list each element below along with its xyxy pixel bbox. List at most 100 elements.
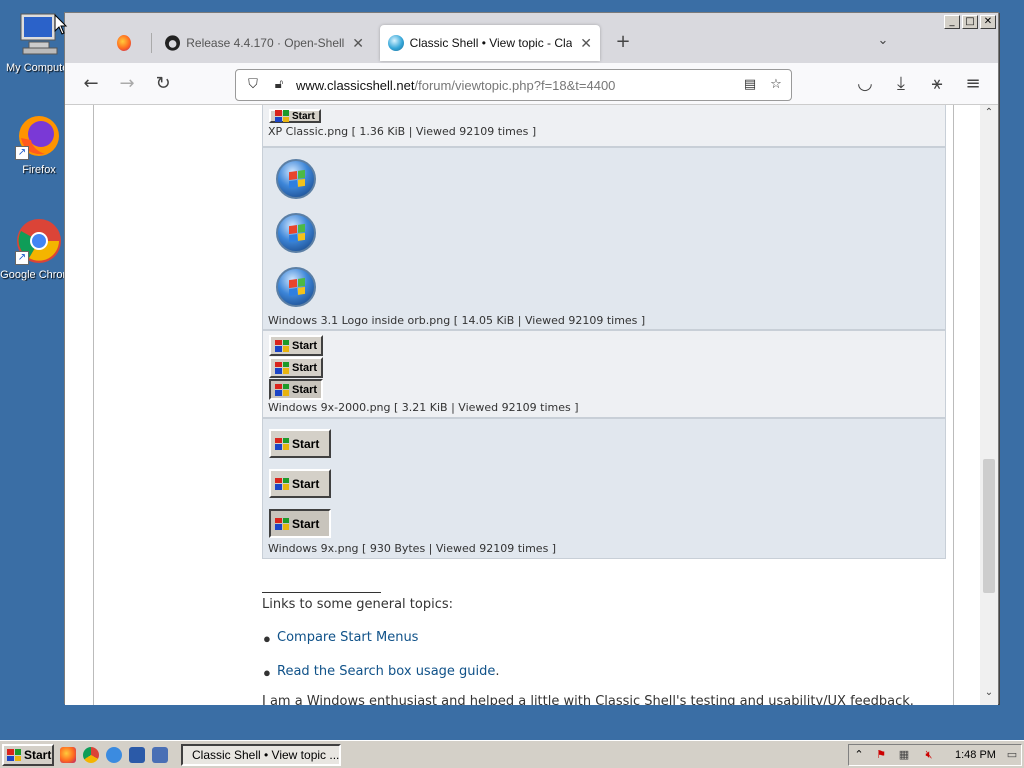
pocket-icon[interactable]: ◡ [853,73,877,97]
start-button[interactable]: Start [2,744,54,766]
list-tabs-icon[interactable]: ⌄ [871,30,895,54]
lock-insecure-icon[interactable]: 🔓︎ [270,76,288,94]
link-search-box-guide[interactable]: Read the Search box usage guide [277,664,495,679]
shield-icon[interactable]: ⛉ [244,76,262,94]
taskbar-item-firefox[interactable]: Classic Shell • View topic ... [181,744,341,766]
tab-bar: Release 4.4.170 · Open-Shell/Ope ✕ Class… [65,13,998,63]
start-button-image: Start [269,357,323,378]
tab-github-release[interactable]: Release 4.4.170 · Open-Shell/Ope ✕ [157,25,372,61]
tray-display-icon[interactable]: ▭ [1005,748,1019,762]
tray-volume-muted-icon[interactable]: 🔇︎ [922,748,936,762]
start-label: Start [292,383,318,396]
tray-security-icon[interactable]: ⚑ [874,748,888,762]
quicklaunch-desktop-icon[interactable] [129,747,145,763]
start-button-pressed-image: Start [269,509,331,538]
windows-flag-icon [275,437,289,450]
start-button-image: Start [269,335,323,356]
close-tab-icon[interactable]: ✕ [580,35,592,52]
url-text: www.classicshell.net/forum/viewtopic.php… [296,77,616,93]
column-divider [953,105,954,705]
firefox-icon: ↗ [15,112,63,160]
start-button-image: Start [269,469,331,498]
windows-flag-icon [275,517,289,530]
close-tab-icon[interactable]: ✕ [352,35,364,52]
scroll-down-icon[interactable]: ⌄ [980,687,998,703]
quicklaunch-search-icon[interactable] [60,747,76,763]
start-label: Start [292,339,318,352]
punctuation: . [495,664,500,679]
chrome-icon: ↗ [15,217,63,265]
window-controls: _ □ ✕ [944,15,996,29]
quicklaunch-chrome-icon[interactable] [83,747,99,763]
attachment-9x-2000: Start Start Start Windows 9x-2000.png [ … [262,330,946,418]
start-label: Start [292,110,315,122]
tab-classic-shell[interactable]: Classic Shell • View topic - Classic ✕ [380,25,600,61]
attachment-caption: Windows 9x-2000.png [ 3.21 KiB | Viewed … [268,401,579,414]
windows-flag-icon [7,749,21,761]
win31-orb-image [276,267,316,307]
menu-icon[interactable]: ≡ [961,73,985,97]
signature-divider [262,592,381,593]
windows-flag-icon [275,361,289,374]
taskbar-item-label: Classic Shell • View topic ... [192,748,340,762]
close-window-icon[interactable]: ✕ [980,15,996,29]
tab-label: Classic Shell • View topic - Classic [409,36,573,50]
nav-bar: ← → ↻ ⛉ 🔓︎ www.classicshell.net/forum/vi… [65,63,998,105]
search-guide-line: Read the Search box usage guide. [277,664,500,679]
shortcut-arrow-icon: ↗ [15,146,29,160]
browser-window: Release 4.4.170 · Open-Shell/Ope ✕ Class… [64,12,999,705]
shortcut-arrow-icon: ↗ [15,251,29,265]
scroll-thumb[interactable] [983,459,995,593]
win31-orb-image [276,213,316,253]
signature-text: I am a Windows enthusiast and helped a l… [262,694,914,705]
column-divider [93,105,94,705]
windows-logo-icon [289,169,305,189]
system-tray: ⌃ ⚑ ▦ 🔇︎ 1:48 PM ▭ [848,744,1022,766]
start-label: Start [292,476,320,491]
tab-separator [151,33,152,53]
bullet-icon: ● [263,631,271,646]
windows-flag-icon [275,477,289,490]
windows-flag-icon [275,339,289,352]
taskbar: Start Classic Shell • View topic ... ⌃ ⚑… [0,740,1024,768]
downloads-icon[interactable]: ⤓ [889,73,913,97]
attachment-win31-orbs: Windows 3.1 Logo inside orb.png [ 14.05 … [262,147,946,330]
tab-label: Release 4.4.170 · Open-Shell/Ope [186,36,345,50]
github-icon [165,35,181,51]
quicklaunch-explorer-icon[interactable] [152,747,168,763]
url-bar[interactable]: ⛉ 🔓︎ www.classicshell.net/forum/viewtopi… [235,69,792,101]
start-label: Start [292,516,320,531]
windows-logo-icon [289,223,305,243]
reader-view-icon[interactable]: ▤ [741,76,759,94]
link-compare-start-menus[interactable]: Compare Start Menus [277,630,418,645]
back-icon[interactable]: ← [79,73,103,97]
attachment-xp-classic: Start XP Classic.png [ 1.36 KiB | Viewed… [262,105,946,147]
maximize-icon[interactable]: □ [962,15,978,29]
attachment-caption: Windows 9x.png [ 930 Bytes | Viewed 9210… [268,542,557,555]
scroll-up-icon[interactable]: ⌃ [980,107,998,123]
new-tab-icon[interactable]: + [611,31,635,55]
page-content: Start XP Classic.png [ 1.36 KiB | Viewed… [65,105,980,705]
classicshell-favicon-icon [388,35,404,51]
bookmark-star-icon[interactable]: ☆ [767,76,785,94]
tray-network-icon[interactable]: ▦ [897,748,911,762]
reload-icon[interactable]: ↻ [151,73,175,97]
start-button-pressed-image: Start [269,379,323,400]
windows-flag-icon [275,110,289,122]
minimize-icon[interactable]: _ [944,15,960,29]
extensions-icon[interactable]: ⚹ [925,73,949,97]
tray-expand-icon[interactable]: ⌃ [852,748,866,762]
forward-icon[interactable]: → [115,73,139,97]
taskbar-clock[interactable]: 1:48 PM [955,749,996,761]
start-label: Start [292,361,318,374]
quicklaunch-ie-icon[interactable] [106,747,122,763]
tab-firefox-home[interactable] [109,25,145,61]
start-label: Start [24,748,52,762]
windows-flag-icon [275,383,289,396]
page-scrollbar[interactable]: ⌃ ⌄ [980,105,998,705]
attachment-caption: Windows 3.1 Logo inside orb.png [ 14.05 … [268,314,646,327]
bullet-icon: ● [263,665,271,680]
links-heading: Links to some general topics: [262,597,453,612]
win31-orb-image [276,159,316,199]
firefox-favicon-icon [117,35,131,51]
